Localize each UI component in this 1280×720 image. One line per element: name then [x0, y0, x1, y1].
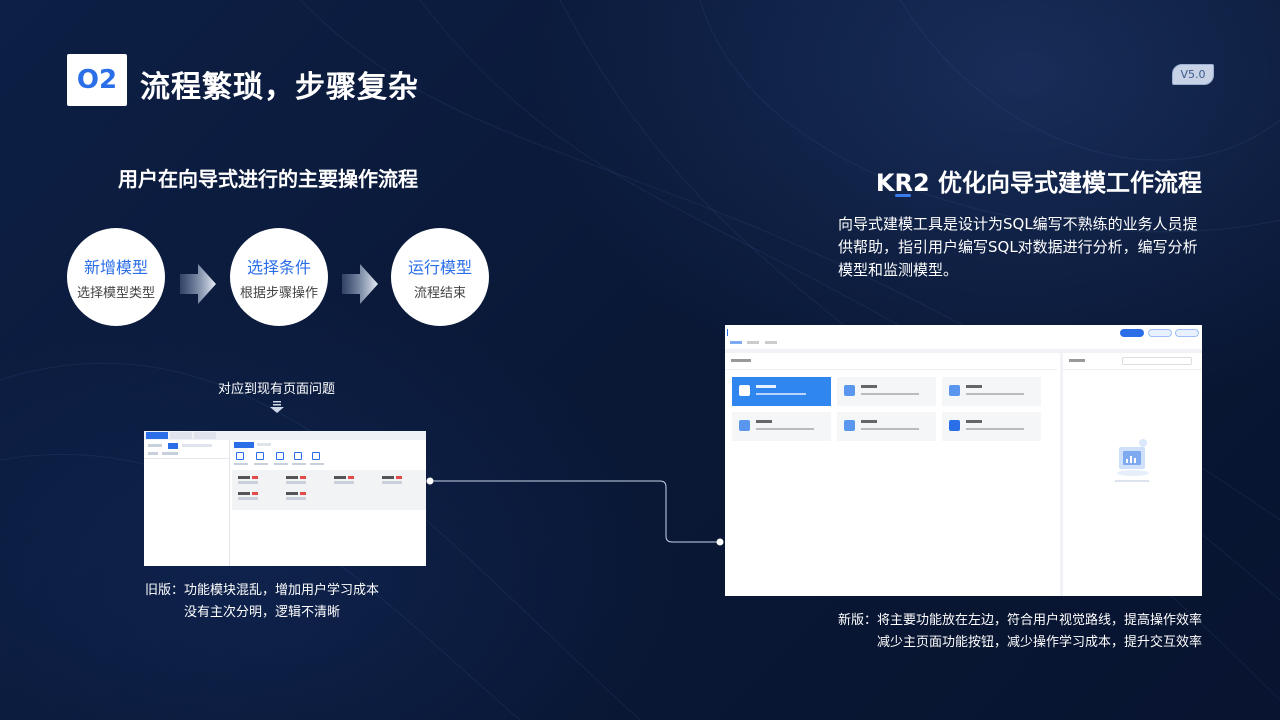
arrow-right-icon [180, 264, 216, 304]
left-heading: 用户在向导式进行的主要操作流程 [118, 167, 418, 191]
mapping-label: 对应到现有页面问题 [218, 382, 336, 397]
step-subtitle: 根据步骤操作 [239, 285, 318, 301]
new-caption-line2: 减少主页面功能按钮，减少操作学习成本，提升交互效率 [876, 635, 1202, 650]
old-caption-line1: 旧版：功能模块混乱，增加用户学习成本 [145, 583, 380, 598]
new-shot-button [1175, 329, 1199, 337]
new-shot-card [732, 377, 831, 406]
old-right-panel [232, 440, 426, 566]
section-number-badge: O2 [67, 54, 127, 106]
step-add-model: 新增模型 选择模型类型 [67, 228, 165, 326]
page-title: 流程繁琐，步骤复杂 [140, 70, 419, 105]
step-title: 新增模型 [83, 257, 148, 277]
new-shot-search [1122, 357, 1192, 365]
arrow-down-icon [270, 401, 284, 413]
new-shot-button [1148, 329, 1172, 337]
old-toolbar-icon [236, 452, 244, 460]
right-description: 向导式建模工具是设计为SQL编写不熟练的业务人员提供帮助，指引用户编写SQL对数… [838, 215, 1198, 279]
step-subtitle: 选择模型类型 [76, 285, 155, 301]
empty-state-icon [1117, 439, 1149, 476]
old-left-panel [144, 440, 230, 566]
step-run-model: 运行模型 流程结束 [391, 228, 489, 326]
new-version-caption: 新版：将主要功能放在左边，符合用户视觉路线，提高操作效率 减少主页面功能按钮，减… [838, 610, 1202, 654]
new-shot-card [837, 377, 936, 406]
new-version-screenshot [725, 325, 1202, 596]
old-tab [194, 432, 216, 439]
section-number: O2 [76, 65, 118, 95]
old-tab [170, 432, 192, 439]
heading-underline [895, 194, 911, 197]
new-shot-card [837, 412, 936, 441]
right-heading: KR2 优化向导式建模工作流程 [875, 169, 1202, 197]
new-shot-card [942, 377, 1041, 406]
new-caption-line1: 新版：将主要功能放在左边，符合用户视觉路线，提高操作效率 [837, 613, 1202, 628]
old-toolbar-icon [256, 452, 264, 460]
old-version-caption: 旧版：功能模块混乱，增加用户学习成本 没有主次分明，逻辑不清晰 [145, 580, 379, 624]
new-shot-main [725, 353, 1057, 596]
old-toolbar-icon [276, 452, 284, 460]
old-version-screenshot [144, 431, 426, 566]
old-toolbar-icon [294, 452, 302, 460]
old-tabbar [144, 431, 426, 440]
old-toolbar-icon [312, 452, 320, 460]
step-title: 选择条件 [246, 257, 311, 277]
step-subtitle: 流程结束 [413, 285, 466, 301]
step-title: 运行模型 [407, 257, 472, 277]
arrow-right-icon [342, 264, 378, 304]
new-shot-side-panel [1060, 353, 1202, 596]
old-tab [146, 432, 168, 439]
version-badge: V5.0 [1172, 64, 1214, 85]
step-select-conditions: 选择条件 根据步骤操作 [230, 228, 328, 326]
old-caption-line2: 没有主次分明，逻辑不清晰 [184, 605, 341, 620]
new-shot-card [942, 412, 1041, 441]
new-shot-button [1120, 329, 1144, 337]
new-shot-card [732, 412, 831, 441]
